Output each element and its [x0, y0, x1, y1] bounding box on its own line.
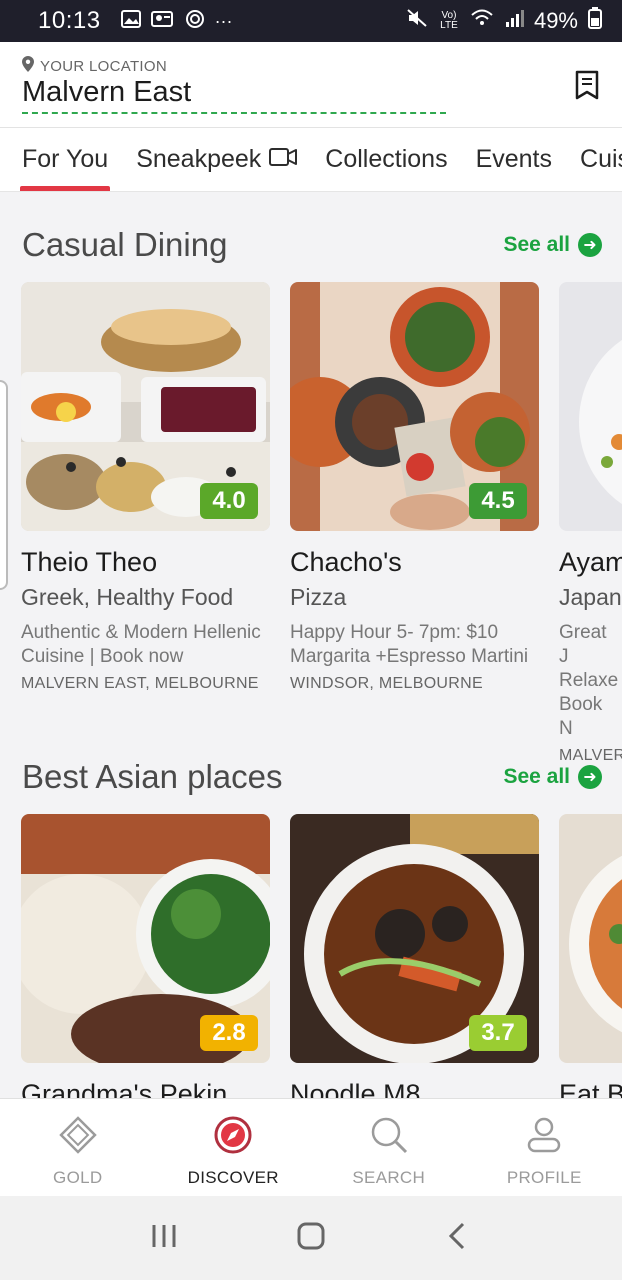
arrow-right-icon: ➜	[578, 233, 602, 257]
rating-badge: 3.7	[469, 1015, 527, 1051]
tab-sneakpeek[interactable]: Sneakpeek	[136, 128, 298, 191]
location-header[interactable]: YOUR LOCATION Malvern East	[0, 42, 622, 128]
mute-icon	[406, 8, 428, 34]
gallery-icon	[120, 9, 141, 33]
restaurant-photo: 4.0	[21, 282, 270, 531]
contact-card-icon	[150, 10, 175, 33]
see-all-casual-dining[interactable]: See all ➜	[503, 233, 602, 257]
arrow-right-icon: ➜	[578, 765, 602, 789]
nav-discover[interactable]: DISCOVER	[156, 1099, 312, 1196]
system-navigation-bar	[0, 1196, 622, 1280]
home-icon[interactable]	[296, 1221, 326, 1256]
back-icon[interactable]	[443, 1221, 473, 1256]
location-pin-icon	[22, 56, 34, 76]
edge-panel-handle[interactable]	[0, 380, 8, 590]
restaurant-photo	[559, 814, 622, 1063]
restaurant-card[interactable]: 4.5 Chacho's Pizza Happy Hour 5- 7pm: $1…	[290, 282, 539, 693]
restaurant-card[interactable]: 4.0 Theio Theo Greek, Healthy Food Authe…	[21, 282, 270, 693]
location-label: YOUR LOCATION	[40, 57, 167, 75]
rating-badge: 2.8	[200, 1015, 258, 1051]
restaurant-name: Ayam	[559, 547, 622, 577]
restaurant-location: MALVER	[559, 747, 622, 764]
location-name[interactable]: Malvern East	[22, 76, 191, 109]
section-title-best-asian: Best Asian places	[22, 758, 283, 795]
bottom-navigation: GOLD DISCOVER SEARCH PROFILE	[0, 1098, 622, 1196]
restaurant-photo: 4.5	[290, 282, 539, 531]
tab-collections[interactable]: Collections	[325, 128, 447, 191]
nav-search[interactable]: SEARCH	[311, 1099, 467, 1196]
category-tabs: For You Sneakpeek Collections Events Cui…	[0, 128, 622, 192]
restaurant-photo: 3.7	[290, 814, 539, 1063]
restaurant-photo	[559, 282, 622, 531]
restaurant-card[interactable]: Ayam Japan Great J Relaxe Book N MALVER	[559, 282, 622, 765]
restaurant-description: Authentic & Modern Hellenic Cuisine | Bo…	[21, 622, 261, 667]
restaurant-name: Chacho's	[290, 547, 402, 577]
location-underline	[22, 112, 446, 114]
restaurant-description: Happy Hour 5- 7pm: $10 Margarita +Espres…	[290, 622, 529, 667]
restaurant-cuisine: Pizza	[290, 584, 347, 610]
nfc-icon	[185, 9, 205, 34]
section-title-casual-dining: Casual Dining	[22, 226, 228, 263]
status-bar: 10:13 ··· Vo) LTE 49%	[0, 0, 622, 42]
restaurant-location: MALVERN EAST, MELBOURNE	[21, 675, 259, 692]
rating-badge: 4.5	[469, 483, 527, 519]
signal-icon	[504, 8, 524, 34]
restaurant-card[interactable]: 3.7 Noodle M8	[290, 814, 539, 1110]
rating-badge: 4.0	[200, 483, 258, 519]
restaurant-card[interactable]: Eat B	[559, 814, 622, 1110]
recent-apps-icon[interactable]	[149, 1221, 179, 1256]
restaurant-card[interactable]: 2.8 Grandma's Pekin	[21, 814, 270, 1110]
restaurant-cuisine: Japan	[559, 584, 622, 610]
tab-cuisines[interactable]: Cuisines	[580, 128, 622, 191]
more-notifications-icon: ···	[214, 10, 233, 31]
see-all-best-asian[interactable]: See all ➜	[503, 765, 602, 789]
search-icon	[369, 1115, 409, 1160]
battery-percent: 49%	[533, 8, 578, 33]
tab-events[interactable]: Events	[476, 128, 552, 191]
bookmark-list-icon[interactable]	[574, 70, 600, 100]
nav-profile[interactable]: PROFILE	[467, 1099, 622, 1196]
volte-icon: Vo) LTE	[440, 10, 458, 31]
restaurant-cuisine: Greek, Healthy Food	[21, 584, 234, 610]
status-time: 10:13	[38, 7, 101, 34]
video-camera-icon	[269, 145, 298, 174]
profile-icon	[524, 1115, 564, 1160]
nav-gold[interactable]: GOLD	[0, 1099, 156, 1196]
app-screen: 10:13 ··· Vo) LTE 49% YOUR LOCATION Malv…	[0, 0, 622, 1280]
compass-icon	[213, 1115, 253, 1160]
restaurant-description: Great J Relaxe Book N	[559, 622, 619, 739]
battery-icon	[588, 7, 602, 35]
restaurant-photo: 2.8	[21, 814, 270, 1063]
restaurant-location: WINDSOR, MELBOURNE	[290, 675, 483, 692]
wifi-icon	[470, 8, 494, 34]
gold-diamond-icon	[58, 1115, 98, 1160]
tab-for-you[interactable]: For You	[19, 128, 111, 191]
restaurant-name: Theio Theo	[21, 547, 158, 577]
